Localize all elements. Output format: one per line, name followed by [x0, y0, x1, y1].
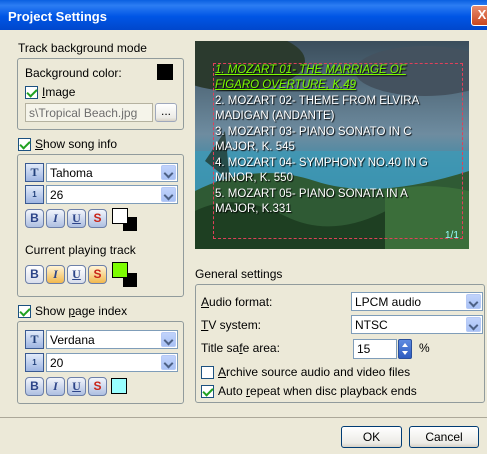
- page-bold-button[interactable]: B: [25, 377, 44, 396]
- font-size-icon: [25, 353, 44, 372]
- show-song-info-label: Show song info: [35, 137, 118, 151]
- show-page-index-label: Show page index: [35, 304, 128, 318]
- general-settings-label: General settings: [195, 267, 283, 281]
- current-track-label: Current playing track: [25, 243, 136, 257]
- ok-button[interactable]: OK: [341, 426, 402, 448]
- preview-page-index: 1/1: [445, 230, 459, 241]
- footer-divider: [0, 417, 487, 418]
- title-safe-input[interactable]: 15: [353, 339, 397, 359]
- background-color-swatch[interactable]: [157, 64, 173, 80]
- current-color-swatch[interactable]: [112, 262, 128, 278]
- window-title: Project Settings: [8, 9, 107, 24]
- song-text-color-swatch[interactable]: [112, 208, 128, 224]
- track-item[interactable]: 3. MOZART 03- PIANO SONATO IN C MAJOR, K…: [215, 125, 445, 155]
- song-font-select[interactable]: Tahoma: [46, 163, 178, 182]
- chevron-down-icon[interactable]: [466, 294, 481, 309]
- underline-button[interactable]: U: [67, 209, 86, 228]
- percent-label: %: [419, 341, 430, 355]
- title-bar: Project Settings: [0, 0, 487, 30]
- chevron-down-icon[interactable]: [466, 317, 481, 332]
- page-italic-button[interactable]: I: [46, 377, 65, 396]
- track-item[interactable]: 4. MOZART 04- SYMPHONY NO.40 IN G MINOR,…: [215, 156, 445, 186]
- title-safe-spinner[interactable]: [398, 339, 412, 359]
- browse-button[interactable]: ...: [155, 103, 177, 122]
- archive-checkbox[interactable]: [201, 366, 214, 379]
- spin-down-icon[interactable]: [402, 351, 408, 355]
- current-bold-button[interactable]: B: [25, 265, 44, 284]
- page-shadow-button[interactable]: S: [88, 377, 107, 396]
- current-shadow-button[interactable]: S: [88, 265, 107, 284]
- image-path-field[interactable]: s\Tropical Beach.jpg: [25, 103, 153, 122]
- track-background-label: Track background mode: [18, 41, 147, 55]
- chevron-down-icon[interactable]: [161, 332, 176, 347]
- background-color-label: Background color:: [25, 66, 122, 80]
- audio-format-select[interactable]: LPCM audio: [351, 292, 483, 311]
- track-item-current[interactable]: 1. MOZART 01- THE MARRIAGE OF FIGARO OVE…: [215, 63, 445, 93]
- current-underline-button[interactable]: U: [67, 265, 86, 284]
- font-icon: [25, 163, 44, 182]
- chevron-down-icon[interactable]: [161, 355, 176, 370]
- close-button[interactable]: X: [471, 5, 487, 26]
- shadow-button[interactable]: S: [88, 209, 107, 228]
- italic-button[interactable]: I: [46, 209, 65, 228]
- page-index-font-select[interactable]: Verdana: [46, 330, 178, 349]
- tv-system-label: TV system:: [201, 318, 262, 332]
- font-size-icon: [25, 185, 44, 204]
- font-icon: [25, 330, 44, 349]
- chevron-down-icon[interactable]: [161, 187, 176, 202]
- current-italic-button[interactable]: I: [46, 265, 65, 284]
- track-list: 1. MOZART 01- THE MARRIAGE OF FIGARO OVE…: [215, 63, 445, 217]
- image-checkbox[interactable]: [25, 86, 38, 99]
- page-underline-button[interactable]: U: [67, 377, 86, 396]
- track-item[interactable]: 5. MOZART 05- PIANO SONATA IN A MAJOR, K…: [215, 187, 445, 217]
- page-index-color-swatch[interactable]: [111, 378, 127, 394]
- page-index-size-select[interactable]: 20: [46, 353, 178, 372]
- tv-system-select[interactable]: NTSC: [351, 315, 483, 334]
- auto-repeat-checkbox[interactable]: [201, 385, 214, 398]
- chevron-down-icon[interactable]: [161, 165, 176, 180]
- audio-format-label: Audio format:: [201, 295, 273, 309]
- bold-button[interactable]: B: [25, 209, 44, 228]
- archive-label: Archive source audio and video files: [218, 365, 411, 379]
- menu-preview: 1. MOZART 01- THE MARRIAGE OF FIGARO OVE…: [195, 41, 469, 249]
- spin-up-icon[interactable]: [402, 343, 408, 347]
- show-page-index-checkbox[interactable]: [18, 305, 31, 318]
- track-item[interactable]: 2. MOZART 02- THEME FROM ELVIRA MADIGAN …: [215, 94, 445, 124]
- auto-repeat-label: Auto repeat when disc playback ends: [218, 384, 417, 398]
- song-size-select[interactable]: 26: [46, 185, 178, 204]
- title-safe-label: Title safe area:: [201, 341, 280, 355]
- image-label: Image: [42, 85, 76, 99]
- show-song-info-checkbox[interactable]: [18, 138, 31, 151]
- cancel-button[interactable]: Cancel: [409, 426, 479, 448]
